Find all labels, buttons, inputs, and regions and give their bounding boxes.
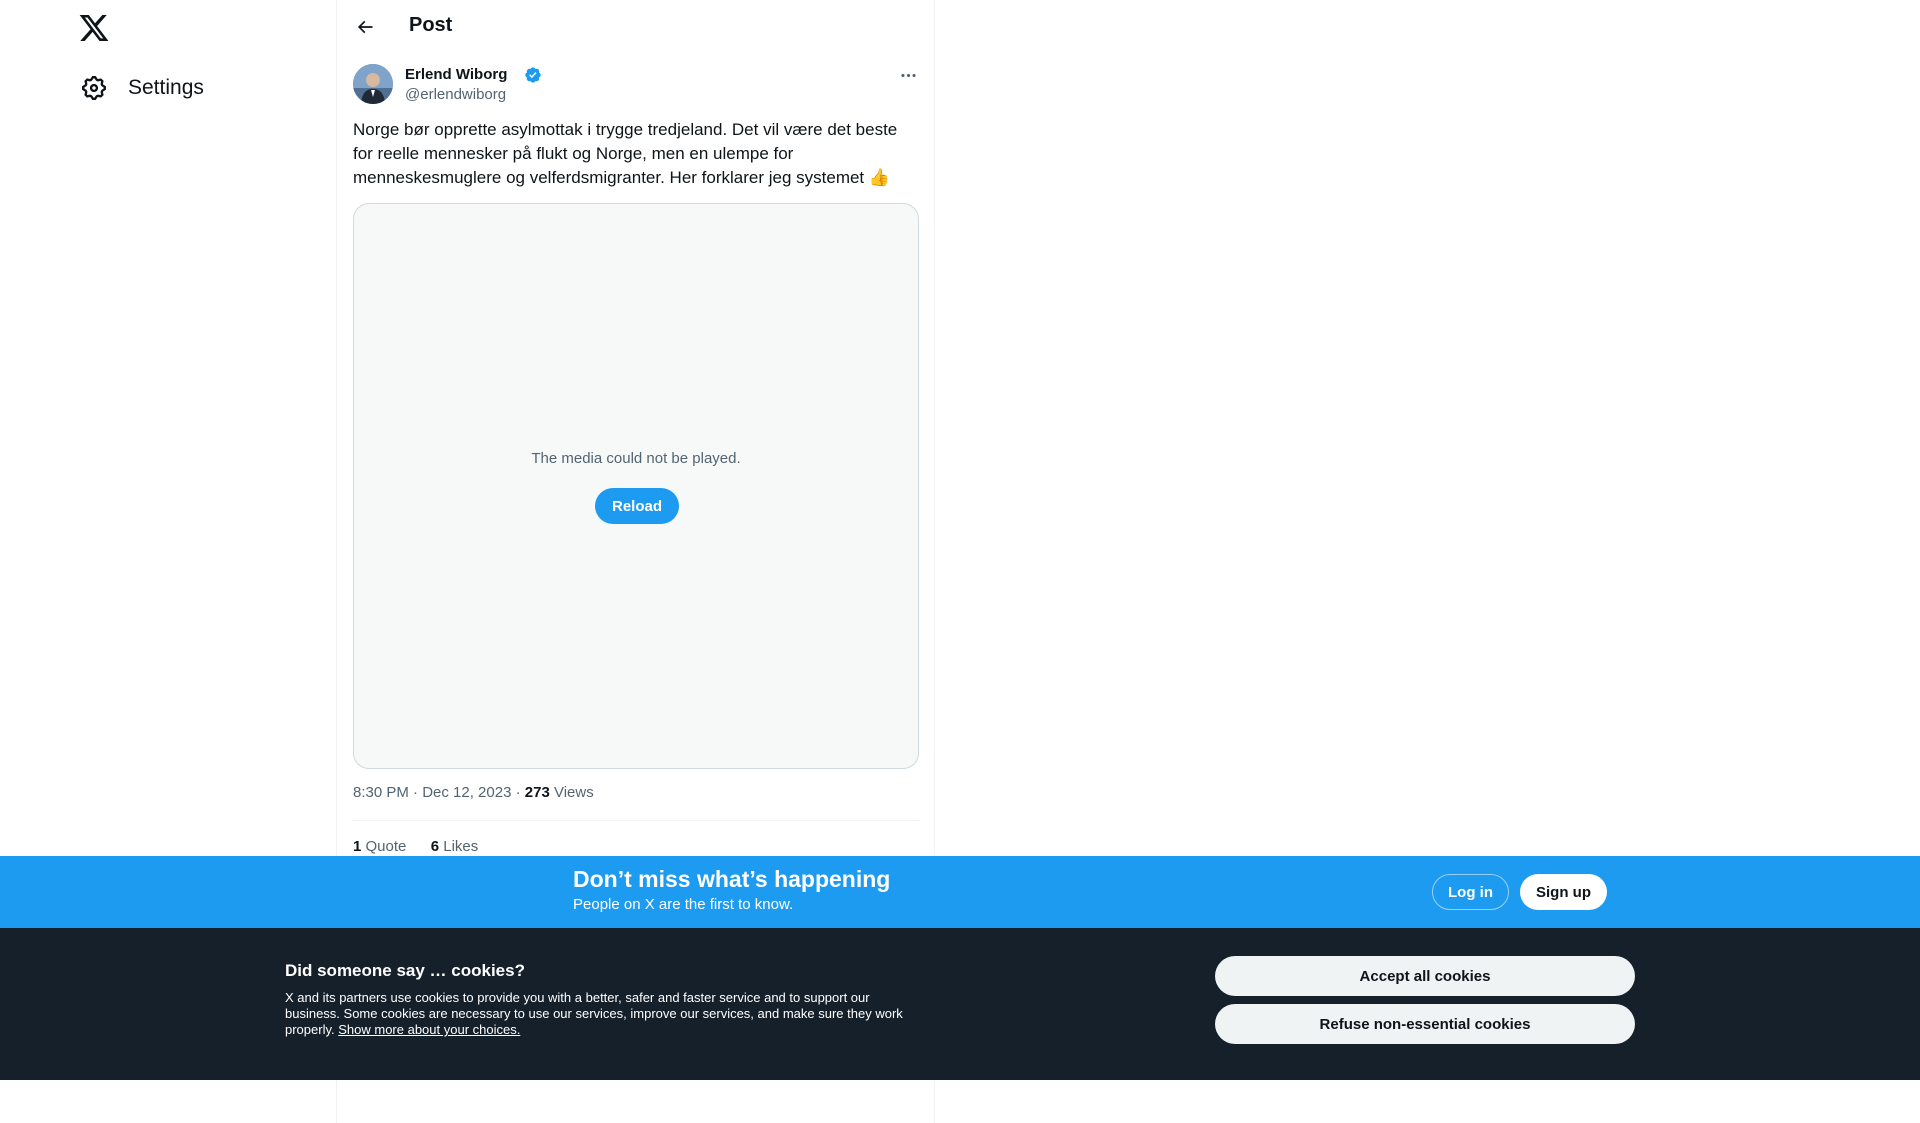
post-stats: 1 Quote 6 Likes xyxy=(353,838,478,855)
views-label: Views xyxy=(553,784,594,801)
cookie-title: Did someone say … cookies? xyxy=(285,961,525,980)
page-title: Post xyxy=(409,14,453,36)
quotes-count: 1 xyxy=(353,838,362,855)
post-timestamp[interactable]: 8:30 PM · Dec 12, 2023 xyxy=(353,784,511,801)
likes-count: 6 xyxy=(430,838,440,855)
likes-stat[interactable]: 6 Likes xyxy=(431,838,479,855)
avatar[interactable] xyxy=(353,64,393,104)
signup-button[interactable]: Sign up xyxy=(1520,874,1607,910)
divider xyxy=(353,820,919,821)
login-button[interactable]: Log in xyxy=(1432,874,1509,910)
cookie-banner: Did someone say … cookies? X and its par… xyxy=(0,928,1920,1080)
cookie-text: X and its partners use cookies to provid… xyxy=(285,990,915,1038)
page-header: Post xyxy=(337,0,935,53)
verified-badge-icon xyxy=(524,66,542,84)
nav-settings-link[interactable]: Settings xyxy=(66,68,218,108)
refuse-cookies-button[interactable]: Refuse non-essential cookies xyxy=(1215,1004,1635,1044)
likes-label: Likes xyxy=(443,838,479,855)
accept-cookies-button[interactable]: Accept all cookies xyxy=(1215,956,1635,996)
cookie-choices-link[interactable]: Show more about your choices. xyxy=(338,1022,520,1037)
media-error-text: The media could not be played. xyxy=(531,450,741,467)
signup-promo-bar: Don’t miss what’s happening People on X … xyxy=(0,856,1920,928)
post-author: Erlend Wiborg @erlendwiborg xyxy=(353,64,919,108)
author-name[interactable]: Erlend Wiborg xyxy=(405,66,507,83)
gear-icon xyxy=(80,74,108,102)
x-logo-icon[interactable] xyxy=(78,12,110,44)
quotes-label: Quote xyxy=(365,838,407,855)
post-meta: 8:30 PM · Dec 12, 2023 · 273 Views xyxy=(353,784,594,801)
post-text: Norge bør opprette asylmottak i trygge t… xyxy=(353,120,898,187)
quotes-stat[interactable]: 1 Quote xyxy=(353,838,406,855)
more-horizontal-icon xyxy=(900,73,916,77)
reload-button[interactable]: Reload xyxy=(595,488,679,524)
meta-separator: · xyxy=(511,784,525,801)
arrow-left-icon xyxy=(357,20,373,34)
media-player: The media could not be played. Reload xyxy=(353,203,919,769)
promo-subtitle: People on X are the first to know. xyxy=(573,896,794,913)
promo-title: Don’t miss what’s happening xyxy=(573,866,891,892)
author-handle[interactable]: @erlendwiborg xyxy=(405,86,506,103)
back-button[interactable] xyxy=(347,9,383,45)
views-count: 273 xyxy=(524,784,550,801)
nav-settings-label: Settings xyxy=(128,76,204,99)
more-options-button[interactable] xyxy=(893,64,923,86)
